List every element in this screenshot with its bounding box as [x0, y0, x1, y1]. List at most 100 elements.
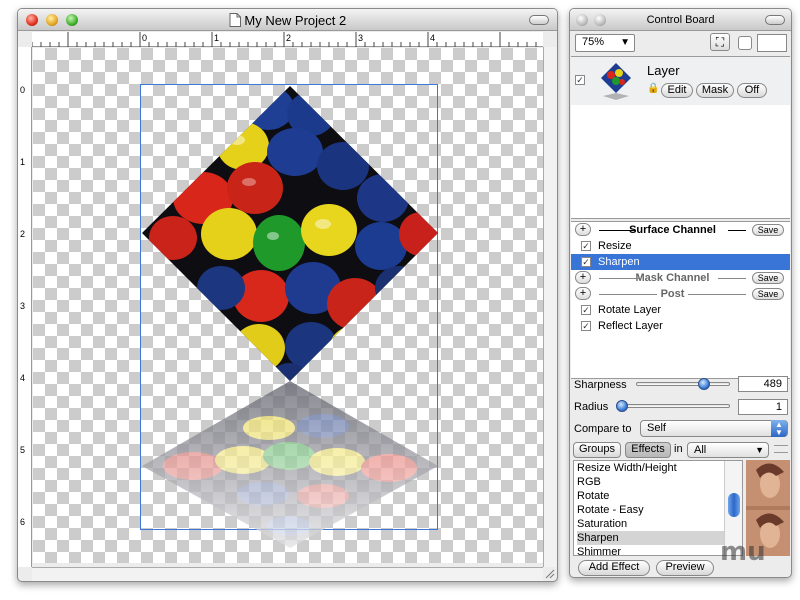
sharpness-slider-track[interactable] [636, 382, 730, 386]
mask-save-button[interactable]: Save [752, 272, 784, 284]
groups-button[interactable]: Groups [573, 442, 621, 458]
effect-item[interactable]: Saturation [577, 517, 742, 531]
compare-to-value: Self [647, 422, 666, 434]
background-color-swatch[interactable] [757, 34, 787, 52]
sharpness-slider-knob[interactable] [697, 378, 710, 390]
channels-pane: + Surface Channel Save ✓ Resize ✓ Sharpe… [571, 221, 790, 379]
window-title-wrap: My New Project 2 [18, 13, 557, 28]
compare-to-label: Compare to [574, 423, 632, 435]
mask-channel-header: + Mask Channel Save [571, 270, 790, 286]
radius-slider-track[interactable] [616, 404, 730, 408]
mask-channel-title: Mask Channel [595, 270, 750, 286]
effect-item[interactable]: Resize Width/Height [577, 461, 742, 475]
candy-artwork [142, 86, 438, 548]
add-effect-button[interactable]: Add Effect [578, 560, 650, 576]
in-label: in [674, 443, 683, 455]
channel-item-reflect-layer[interactable]: ✓ Reflect Layer [571, 318, 790, 334]
add-mask-effect-button[interactable]: + [575, 271, 591, 284]
radius-slider-knob[interactable] [616, 400, 629, 412]
sharpness-label: Sharpness [574, 379, 627, 391]
add-surface-effect-button[interactable]: + [575, 223, 591, 236]
vertical-scrollbar[interactable] [543, 47, 557, 567]
ruler-label-h-1: 1 [214, 33, 220, 43]
add-post-effect-button[interactable]: + [575, 287, 591, 300]
horizontal-scrollbar[interactable] [32, 567, 543, 581]
zoom-value: 75% [582, 36, 605, 48]
surface-channel-header: + Surface Channel Save [571, 222, 790, 238]
zoom-select[interactable]: 75% ▼ [575, 34, 635, 52]
post-channel-header: + Post Save [571, 286, 790, 302]
control-board-title: Control Board [646, 14, 715, 26]
watermark-logo: mu [720, 537, 766, 567]
effect-item[interactable]: Rotate [577, 489, 742, 503]
channel-item-label: Resize [598, 240, 632, 252]
fit-to-window-icon[interactable]: ⛶ [710, 33, 730, 51]
ruler-label-h-3: 3 [358, 33, 364, 43]
effects-list[interactable]: Resize Width/Height RGB Rotate Rotate - … [573, 460, 743, 556]
layer-edit-button[interactable]: Edit [661, 83, 693, 98]
chevron-down-icon: ▼ [620, 37, 630, 48]
ruler-label-v-6: 6 [20, 517, 26, 527]
scroll-thumb[interactable] [728, 493, 740, 517]
layer-mask-button[interactable]: Mask [696, 83, 734, 98]
layer-visibility-checkbox[interactable]: ✓ [575, 75, 585, 85]
effects-scope-select[interactable]: All ▼ [687, 442, 769, 458]
lock-icon[interactable]: 🔒 [647, 83, 659, 94]
background-toggle[interactable] [738, 36, 752, 50]
ruler-label-h-0: 0 [142, 33, 148, 43]
effects-button[interactable]: Effects [625, 442, 671, 458]
ruler-label-v-2: 2 [20, 229, 26, 239]
layer-row[interactable]: ✓ Layer 🔒 Edit Mask Off [571, 57, 790, 105]
layer-off-button[interactable]: Off [737, 83, 767, 98]
list-options-icon[interactable] [774, 445, 788, 453]
window-title: My New Project 2 [244, 13, 347, 28]
image-canvas[interactable] [33, 48, 543, 563]
resize-grip-icon[interactable] [545, 569, 555, 579]
channel-item-resize[interactable]: ✓ Resize [571, 238, 790, 254]
surface-save-button[interactable]: Save [752, 224, 784, 236]
chevron-down-icon: ▼ [755, 445, 764, 455]
panel-toolbar-toggle[interactable] [765, 15, 785, 25]
ruler-label-h-4: 4 [430, 33, 436, 43]
title-bar[interactable]: My New Project 2 [18, 9, 557, 31]
effect-item[interactable]: RGB [577, 475, 742, 489]
effect-item-selected[interactable]: Sharpen [577, 531, 742, 545]
layer-name: Layer [647, 63, 680, 78]
post-channel-title: Post [595, 286, 750, 302]
document-icon [229, 13, 241, 27]
ruler-label-v-4: 4 [20, 373, 26, 383]
radius-field[interactable]: 1 [738, 399, 788, 415]
sharpness-field[interactable]: 489 [738, 376, 788, 392]
effect-item[interactable]: Rotate - Easy [577, 503, 742, 517]
channel-item-rotate-layer[interactable]: ✓ Rotate Layer [571, 302, 790, 318]
main-document-window: My New Project 2 0 1 2 3 4 0 1 2 3 4 5 6 [17, 8, 558, 582]
layers-pane: ✓ Layer 🔒 Edit Mask Off [571, 56, 790, 219]
ruler-label-h-2: 2 [286, 33, 292, 43]
resize-checkbox[interactable]: ✓ [581, 241, 591, 251]
effect-item[interactable]: Shimmer [577, 545, 742, 555]
channel-item-label: Reflect Layer [598, 320, 663, 332]
control-board-window: Control Board 75% ▼ ⛶ ✓ Layer 🔒 Edit Mas… [569, 8, 792, 578]
scope-value: All [694, 444, 707, 456]
ruler-label-v-5: 5 [20, 445, 26, 455]
horizontal-ruler: 0 1 2 3 4 [32, 32, 543, 47]
radius-label: Radius [574, 401, 609, 413]
ruler-label-v-0: 0 [20, 85, 26, 95]
post-save-button[interactable]: Save [752, 288, 784, 300]
preview-button[interactable]: Preview [656, 560, 714, 576]
compare-to-select[interactable]: Self ▲ ▼ [640, 420, 788, 437]
toolbar-toggle-button[interactable] [529, 15, 549, 25]
channel-item-label: Rotate Layer [598, 304, 661, 316]
ruler-label-v-3: 3 [20, 301, 26, 311]
select-arrows-icon: ▲ ▼ [771, 420, 787, 437]
channel-item-label: Sharpen [598, 256, 640, 268]
channel-item-sharpen[interactable]: ✓ Sharpen [571, 254, 790, 270]
layer-thumbnail [601, 63, 631, 100]
ruler-label-v-1: 1 [20, 157, 26, 167]
surface-channel-title: Surface Channel [595, 222, 750, 238]
sharpen-checkbox[interactable]: ✓ [581, 257, 591, 267]
rotate-layer-checkbox[interactable]: ✓ [581, 305, 591, 315]
control-board-title-bar[interactable]: Control Board [570, 9, 791, 31]
vertical-ruler: 0 1 2 3 4 5 6 [18, 47, 32, 567]
reflect-layer-checkbox[interactable]: ✓ [581, 321, 591, 331]
